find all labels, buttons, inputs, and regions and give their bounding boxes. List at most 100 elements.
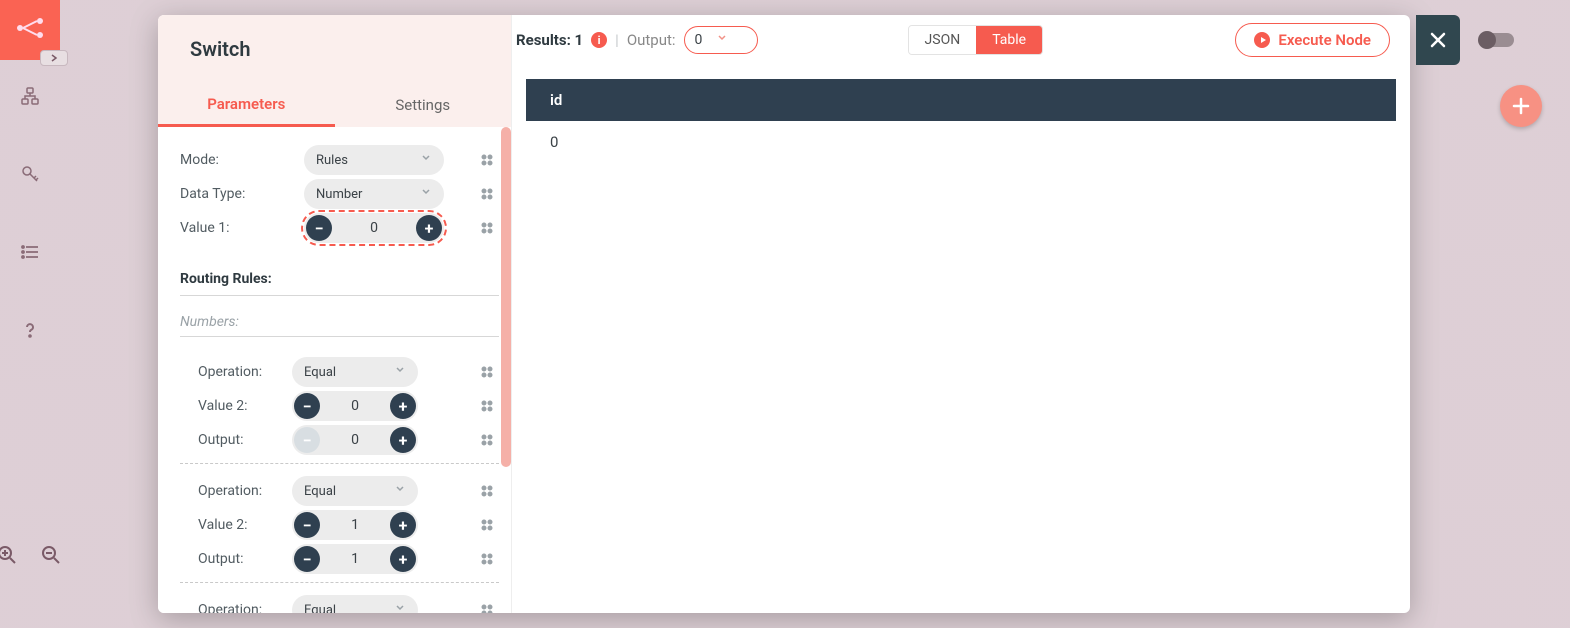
table-row[interactable]: 0 xyxy=(526,121,1396,163)
output-increment[interactable]: + xyxy=(390,427,416,453)
routing-rules-title: Routing Rules: xyxy=(180,271,499,287)
mode-select[interactable]: Rules xyxy=(304,145,444,175)
value1-stepper[interactable]: − 0 + xyxy=(304,213,444,243)
subsection-divider xyxy=(180,336,499,337)
output-gear-icon[interactable] xyxy=(475,432,499,448)
results-count: 1 xyxy=(575,31,584,49)
results-panel: Results: 1 i | Output: 0 JSON Table Exec… xyxy=(512,15,1410,613)
play-icon xyxy=(1254,32,1270,48)
datatype-label: Data Type: xyxy=(180,186,304,202)
output-value[interactable]: 1 xyxy=(322,551,388,567)
panel-header: Switch Parameters Settings xyxy=(158,15,511,127)
view-table-button[interactable]: Table xyxy=(976,26,1042,54)
mode-label: Mode: xyxy=(180,152,304,168)
list-icon[interactable] xyxy=(18,240,42,264)
value2-increment[interactable]: + xyxy=(390,393,416,419)
execute-label: Execute Node xyxy=(1278,31,1371,49)
parameters-panel: Switch Parameters Settings Mode: Rules D… xyxy=(158,15,512,613)
operation-value: Equal xyxy=(304,365,336,380)
operation-gear-icon[interactable] xyxy=(475,364,499,380)
rule-separator xyxy=(180,463,499,464)
tab-parameters[interactable]: Parameters xyxy=(158,83,335,127)
operation-gear-icon[interactable] xyxy=(475,602,499,613)
datatype-value: Number xyxy=(316,187,362,202)
output-label: Output: xyxy=(627,31,676,49)
datatype-options-gear-icon[interactable] xyxy=(475,186,499,202)
tab-settings[interactable]: Settings xyxy=(335,83,512,127)
output-stepper-1[interactable]: − 1 + xyxy=(292,544,418,574)
operation-label: Operation: xyxy=(180,602,292,613)
value2-stepper-1[interactable]: − 1 + xyxy=(292,510,418,540)
output-decrement: − xyxy=(294,427,320,453)
view-json-button[interactable]: JSON xyxy=(909,26,977,54)
chevron-down-icon xyxy=(716,32,728,48)
operation-gear-icon[interactable] xyxy=(475,483,499,499)
mode-options-gear-icon[interactable] xyxy=(475,152,499,168)
operation-select-1[interactable]: Equal xyxy=(292,476,418,506)
value2-gear-icon[interactable] xyxy=(475,398,499,414)
rule-block-1: Operation: Equal Value 2: − 1 + xyxy=(180,474,499,576)
results-header: Results: 1 i | Output: 0 JSON Table Exec… xyxy=(512,15,1410,65)
value2-decrement[interactable]: − xyxy=(294,393,320,419)
results-table: id 0 xyxy=(526,79,1396,163)
value2-gear-icon[interactable] xyxy=(475,517,499,533)
value2-value[interactable]: 0 xyxy=(322,398,388,414)
panel-tabs: Parameters Settings xyxy=(158,83,511,127)
value1-increment[interactable]: + xyxy=(416,215,442,241)
column-header-id[interactable]: id xyxy=(526,79,1396,121)
info-icon[interactable]: i xyxy=(591,32,607,48)
output-value[interactable]: 0 xyxy=(322,432,388,448)
value1-label: Value 1: xyxy=(180,220,304,236)
sidebar-expand-handle[interactable] xyxy=(40,50,68,66)
operation-label: Operation: xyxy=(180,483,292,499)
rule-block-0: Operation: Equal Value 2: − 0 + xyxy=(180,355,499,457)
output-stepper-0[interactable]: − 0 + xyxy=(292,425,418,455)
value1-options-gear-icon[interactable] xyxy=(475,220,499,236)
zoom-in-icon[interactable] xyxy=(0,544,20,568)
help-icon[interactable] xyxy=(18,318,42,342)
output-increment[interactable]: + xyxy=(390,546,416,572)
app-sidebar xyxy=(0,0,60,628)
operation-select-2[interactable]: Equal xyxy=(292,595,418,613)
pipe-divider: | xyxy=(615,31,619,49)
app-logo-tile[interactable] xyxy=(0,0,60,60)
workflow-active-toggle[interactable] xyxy=(1480,33,1514,47)
execute-node-button[interactable]: Execute Node xyxy=(1235,23,1390,57)
operation-value: Equal xyxy=(304,484,336,499)
output-label: Output: xyxy=(180,551,292,567)
value1-value[interactable]: 0 xyxy=(334,220,414,236)
node-title: Switch xyxy=(158,37,511,61)
value2-value[interactable]: 1 xyxy=(322,517,388,533)
value2-label: Value 2: xyxy=(180,398,292,414)
add-node-button[interactable] xyxy=(1500,85,1542,127)
output-index-select[interactable]: 0 xyxy=(684,26,758,54)
rule-separator xyxy=(180,582,499,583)
value2-label: Value 2: xyxy=(180,517,292,533)
datatype-select[interactable]: Number xyxy=(304,179,444,209)
close-modal-button[interactable] xyxy=(1416,15,1460,65)
hierarchy-icon[interactable] xyxy=(18,84,42,108)
value1-decrement[interactable]: − xyxy=(306,215,332,241)
output-decrement[interactable]: − xyxy=(294,546,320,572)
value2-stepper-0[interactable]: − 0 + xyxy=(292,391,418,421)
node-editor-modal: Switch Parameters Settings Mode: Rules D… xyxy=(158,15,1410,613)
value2-decrement[interactable]: − xyxy=(294,512,320,538)
output-index-value: 0 xyxy=(695,32,703,48)
scrollbar-thumb[interactable] xyxy=(501,127,511,467)
results-label: Results: xyxy=(516,31,571,49)
chevron-down-icon xyxy=(394,483,406,499)
value2-increment[interactable]: + xyxy=(390,512,416,538)
zoom-out-icon[interactable] xyxy=(40,544,64,568)
panel-body[interactable]: Mode: Rules Data Type: Number Value 1: xyxy=(158,127,511,613)
output-label: Output: xyxy=(180,432,292,448)
workflow-icon xyxy=(15,16,45,44)
view-toggle: JSON Table xyxy=(908,25,1044,55)
section-divider xyxy=(180,295,499,296)
key-icon[interactable] xyxy=(18,162,42,186)
operation-value: Equal xyxy=(304,603,336,614)
chevron-down-icon xyxy=(394,364,406,380)
operation-select-0[interactable]: Equal xyxy=(292,357,418,387)
numbers-subtitle: Numbers: xyxy=(180,314,499,330)
chevron-down-icon xyxy=(420,152,432,168)
output-gear-icon[interactable] xyxy=(475,551,499,567)
